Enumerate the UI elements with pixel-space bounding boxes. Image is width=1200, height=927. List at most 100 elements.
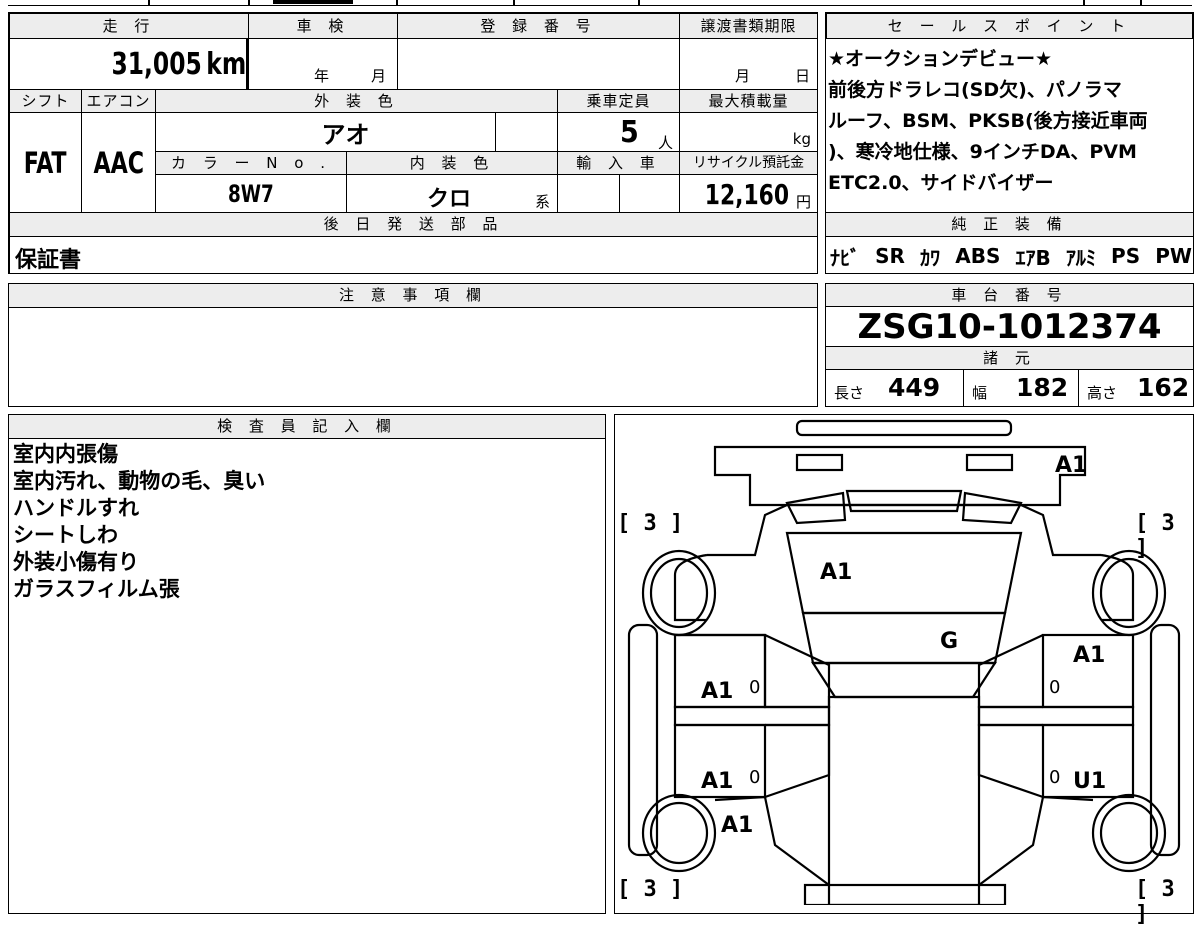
tire-rating-rear-left: [ 3 ] <box>617 511 684 536</box>
equipment-item: ｱﾙﾐ <box>1065 245 1096 270</box>
inspection-cell: 年 月 <box>248 38 398 90</box>
zero-mark: 0 <box>1049 767 1061 788</box>
sales-point-line: ★オークションデビュー★ <box>828 48 1053 70</box>
damage-mark-left-front-fender: A1 <box>721 813 754 838</box>
damage-diagram-panel: [ 3 ] [ 3 ] [ 3 ] [ 3 ] A1 A1 G A1 A1 A1… <box>614 414 1194 927</box>
chassis-panel: 車 台 番 号 ZSG10-1012374 諸 元 長さ 449 幅 182 高… <box>825 283 1194 407</box>
mileage-value: 31,005 <box>111 47 202 82</box>
exterior-color-cell: アオ <box>155 112 496 152</box>
car-outline-diagram <box>627 419 1181 905</box>
spec-height-label: 高さ <box>1087 384 1118 402</box>
interior-color-header: 内 装 色 <box>346 151 558 175</box>
import-header: 輸 入 車 <box>557 151 680 175</box>
remark-line: 室内汚れ、動物の毛、臭い <box>13 469 266 493</box>
parts-value: 保証書 <box>15 248 82 273</box>
tire-rating-front-right: [ 3 ] <box>1135 877 1175 927</box>
damage-mark-right-front-door: U1 <box>1073 769 1107 794</box>
shift-value: FAT <box>24 145 67 180</box>
color-no-value: 8W7 <box>228 179 274 208</box>
color-no-cell: 8W7 <box>155 174 347 213</box>
equipment-item: ｴｱB <box>1015 245 1051 270</box>
spec-length-value: 449 <box>888 373 941 402</box>
capacity-cell: 5 人 <box>557 112 680 152</box>
transfer-deadline-header: 譲渡書類期限 <box>679 13 818 39</box>
inspection-month-label: 月 <box>371 67 387 85</box>
exterior-color-header: 外 装 色 <box>155 89 558 113</box>
shift-cell: FAT <box>9 112 82 213</box>
recycle-cell: 12,160 円 <box>679 174 818 213</box>
inspector-remarks: 室内内張傷 室内汚れ、動物の毛、臭い ハンドルすれ シートしわ 外装小傷有り ガ… <box>13 441 593 603</box>
exterior-color-value: アオ <box>321 120 370 149</box>
notes-header: 注 意 事 項 欄 <box>8 283 818 308</box>
zero-mark: 0 <box>1049 677 1061 698</box>
exterior-color-extra-cell <box>495 112 558 152</box>
sales-point-line: ETC2.0、サイドバイザー <box>828 172 1054 194</box>
mileage-header: 走 行 <box>9 13 249 39</box>
spec-length-label: 長さ <box>834 384 865 402</box>
recycle-unit: 円 <box>795 193 811 211</box>
equipment-item: ｶﾜ <box>920 245 941 270</box>
vehicle-info-table: 走 行 車 検 登 録 番 号 譲渡書類期限 31,005 km 年 月 月 日… <box>8 12 818 274</box>
equipment-item: ABS <box>955 244 1001 268</box>
chassis-number: ZSG10-1012374 <box>857 307 1162 347</box>
equipment-item: ﾅﾋﾞ <box>830 245 860 270</box>
ac-value: AAC <box>93 145 144 180</box>
sales-points-header: セ ー ル ス ポ イ ン ト <box>826 13 1193 39</box>
interior-color-suffix: 系 <box>535 193 551 211</box>
remark-line: ガラスフィルム張 <box>13 577 180 601</box>
parts-cell: 保証書 <box>9 236 818 274</box>
color-no-header: カ ラ ー N o . <box>155 151 347 175</box>
interior-color-value: クロ <box>427 187 472 212</box>
zero-mark: 0 <box>749 677 761 698</box>
equipment-row: ﾅﾋﾞ SR ｶﾜ ABS ｴｱB ｱﾙﾐ PS PW <box>830 241 1192 271</box>
top-edge-row <box>8 0 1192 6</box>
inspection-year-label: 年 <box>314 67 330 85</box>
capacity-unit: 人 <box>658 134 674 152</box>
equipment-item: SR <box>875 244 905 268</box>
remark-line: 外装小傷有り <box>13 550 139 574</box>
sales-point-line: ルーフ、BSM、PKSB(後方接近車両 <box>828 110 1148 132</box>
inspection-header: 車 検 <box>248 13 398 39</box>
max-load-header: 最大積載量 <box>679 89 818 113</box>
max-load-cell: kg <box>679 112 818 152</box>
zero-mark: 0 <box>749 767 761 788</box>
remark-line: 室内内張傷 <box>13 442 118 466</box>
spec-width-label: 幅 <box>972 384 988 402</box>
sales-points-body: ★オークションデビュー★ 前後方ドラレコ(SD欠)、パノラマ ルーフ、BSM、P… <box>826 40 1193 212</box>
spec-height-cell: 高さ 162 <box>1079 370 1193 406</box>
equipment-item: PW <box>1155 244 1192 268</box>
recycle-header: リサイクル預託金 <box>679 151 818 175</box>
capacity-value: 5 <box>620 115 639 150</box>
recycle-fee-value: 12,160 <box>704 178 789 211</box>
tire-rating-front-left: [ 3 ] <box>617 877 684 902</box>
damage-mark-left-rear-door: A1 <box>701 679 734 704</box>
spec-length-cell: 長さ 449 <box>826 370 964 406</box>
capacity-header: 乗車定員 <box>557 89 680 113</box>
registration-header: 登 録 番 号 <box>397 13 680 39</box>
registration-cell <box>397 38 680 90</box>
inspector-header: 検 査 員 記 入 欄 <box>8 414 606 439</box>
transfer-month-label: 月 <box>735 67 751 85</box>
sales-points-panel: セ ー ル ス ポ イ ン ト ★オークションデビュー★ 前後方ドラレコ(SD欠… <box>825 12 1194 274</box>
spec-header: 諸 元 <box>825 346 1194 370</box>
equipment-header: 純 正 装 備 <box>825 212 1194 237</box>
import-cell-2 <box>619 174 680 213</box>
parts-header: 後 日 発 送 部 品 <box>9 212 818 237</box>
inspector-panel: 検 査 員 記 入 欄 室内内張傷 室内汚れ、動物の毛、臭い ハンドルすれ シー… <box>8 414 606 914</box>
import-cell-1 <box>557 174 620 213</box>
transfer-day-label: 日 <box>795 67 811 85</box>
max-load-unit: kg <box>792 130 811 148</box>
equipment-item: PS <box>1111 244 1141 268</box>
interior-color-cell: クロ 系 <box>346 174 558 213</box>
remark-line: ハンドルすれ <box>13 496 139 520</box>
ac-header: エアコン <box>81 89 156 113</box>
damage-mark-right-rear-door: A1 <box>1073 643 1106 668</box>
mileage-unit: km <box>206 47 246 82</box>
shift-header: シフト <box>9 89 82 113</box>
spec-height-value: 162 <box>1137 373 1190 402</box>
chassis-header: 車 台 番 号 <box>825 283 1194 307</box>
sales-point-line: )、寒冷地仕様、9インチDA、PVM <box>828 141 1137 163</box>
spec-width-cell: 幅 182 <box>964 370 1079 406</box>
damage-mark-rear: A1 <box>1055 453 1088 478</box>
remark-line: シートしわ <box>13 523 118 547</box>
